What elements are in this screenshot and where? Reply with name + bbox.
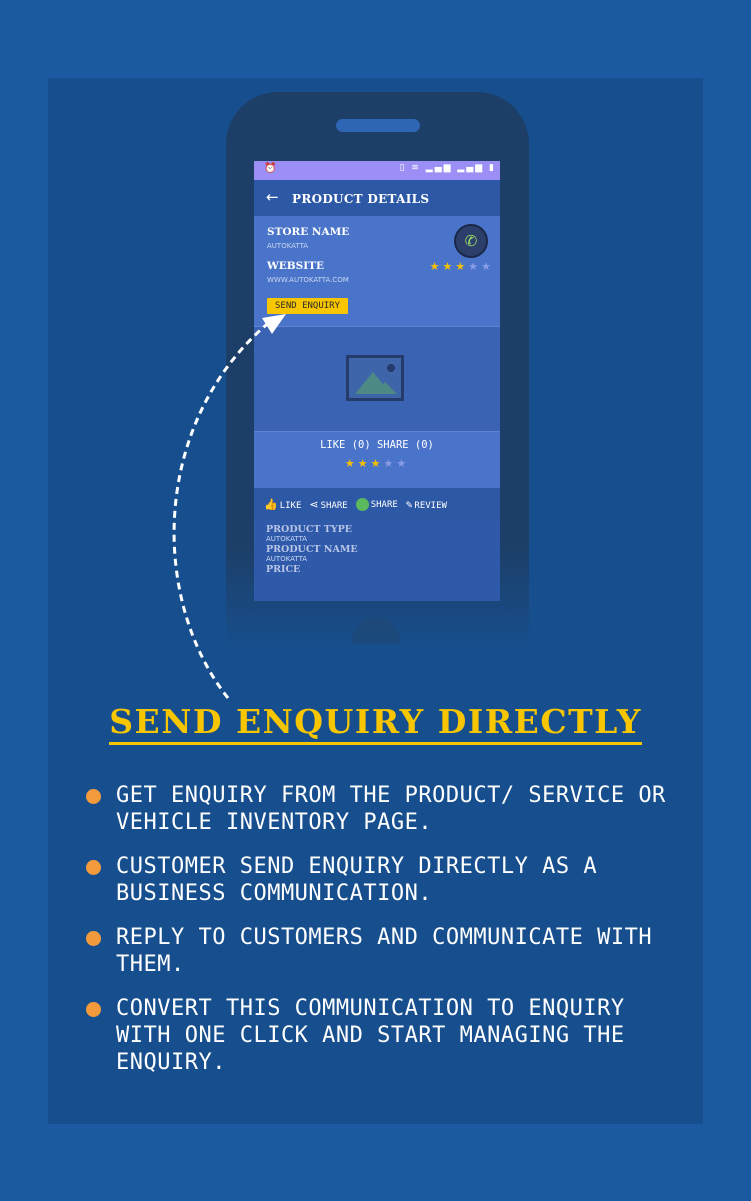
bullet-icon (86, 1002, 101, 1017)
feature-list: GET ENQUIRY FROM THE PRODUCT/ SERVICE OR… (86, 782, 686, 1093)
bullet-text: CUSTOMER SEND ENQUIRY DIRECTLY AS A BUSI… (116, 854, 598, 906)
list-item: GET ENQUIRY FROM THE PRODUCT/ SERVICE OR… (86, 782, 686, 836)
bullet-icon (86, 860, 101, 875)
list-item: REPLY TO CUSTOMERS AND COMMUNICATE WITH … (86, 924, 686, 978)
bullet-text: REPLY TO CUSTOMERS AND COMMUNICATE WITH … (116, 925, 653, 977)
bullet-text: CONVERT THIS COMMUNICATION TO ENQUIRY WI… (116, 996, 625, 1075)
headline-text: SEND ENQUIRY DIRECTLY (109, 702, 642, 745)
list-item: CUSTOMER SEND ENQUIRY DIRECTLY AS A BUSI… (86, 853, 686, 907)
headline: SEND ENQUIRY DIRECTLY (0, 702, 751, 745)
bullet-icon (86, 789, 101, 804)
bullet-text: GET ENQUIRY FROM THE PRODUCT/ SERVICE OR… (116, 783, 666, 835)
list-item: CONVERT THIS COMMUNICATION TO ENQUIRY WI… (86, 995, 686, 1076)
bullet-icon (86, 931, 101, 946)
